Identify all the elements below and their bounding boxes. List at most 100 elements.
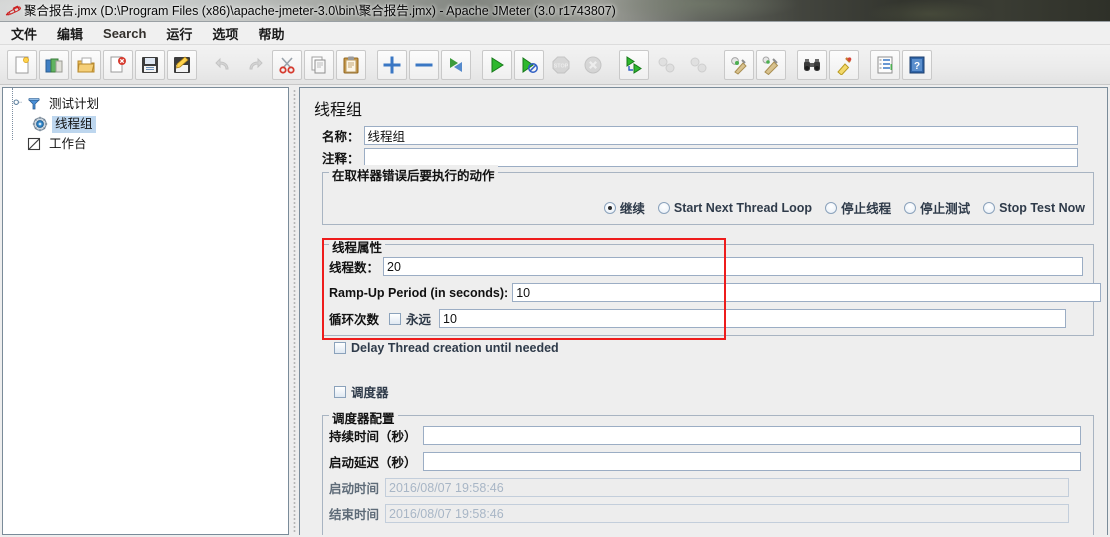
delay-thread-creation-row[interactable]: Delay Thread creation until needed (334, 341, 559, 355)
function-list-icon (877, 56, 893, 73)
thread-count-row: 线程数： (329, 257, 1084, 276)
menu-edit[interactable]: 编辑 (48, 22, 92, 45)
collapse-all-button[interactable] (409, 49, 439, 80)
tree-node-workbench[interactable]: 工作台 (11, 134, 288, 154)
toggle-button[interactable] (441, 49, 471, 80)
tree-node-thread-group[interactable]: 线程组 (11, 114, 288, 134)
scheduler-row[interactable]: 调度器 (334, 382, 389, 401)
plus-icon (383, 56, 401, 73)
help-button[interactable]: ? (902, 49, 932, 80)
redo-button[interactable] (240, 50, 270, 80)
clear-all-button[interactable] (756, 49, 786, 80)
radio-indicator[interactable] (983, 201, 996, 214)
radio-indicator[interactable] (657, 201, 670, 214)
minus-icon (415, 63, 433, 66)
help-book-icon: ? (909, 56, 925, 73)
stop-sign-icon: STOP (552, 56, 570, 73)
stop-button[interactable]: STOP (546, 50, 576, 80)
rampup-input[interactable] (512, 283, 1102, 302)
radio-stop-test-now[interactable]: Stop Test Now (983, 201, 1085, 215)
separator-2 (367, 50, 376, 80)
radio-indicator[interactable] (603, 201, 616, 214)
shutdown-button[interactable] (578, 50, 608, 80)
delay-thread-creation-label: Delay Thread creation until needed (351, 341, 559, 355)
test-plan-tree-panel[interactable]: 测试计划 线程组 工作台 (2, 87, 289, 535)
menu-file[interactable]: 文件 (2, 22, 46, 45)
error-action-groupbox: 在取样器错误后要执行的动作 继续 Start Next Thread Loop … (322, 165, 1094, 225)
name-input[interactable] (363, 126, 1078, 145)
scheduler-checkbox[interactable] (334, 385, 346, 398)
new-button[interactable] (7, 49, 37, 80)
tree-node-label: 测试计划 (49, 96, 100, 111)
radio-label: Stop Test Now (999, 200, 1085, 215)
separator-7 (860, 50, 869, 80)
split-pane-divider[interactable] (290, 87, 299, 535)
expand-all-button[interactable] (377, 49, 407, 80)
rampup-row: Ramp-Up Period (in seconds): (329, 283, 1102, 302)
test-plan-icon (25, 95, 43, 113)
radio-stop-test[interactable]: 停止测试 (904, 198, 970, 217)
menu-search[interactable]: Search (94, 24, 155, 43)
svg-text:?: ? (914, 61, 920, 72)
menu-run[interactable]: 运行 (157, 22, 201, 45)
radio-start-next-thread-loop[interactable]: Start Next Thread Loop (657, 201, 812, 215)
radio-indicator[interactable] (825, 201, 838, 214)
loop-count-input[interactable] (439, 309, 1067, 328)
close-document-icon (110, 56, 126, 72)
remote-start-all-button[interactable] (619, 49, 649, 80)
save-button[interactable] (135, 49, 165, 80)
clipboard-icon (343, 56, 359, 73)
start-time-label: 启动时间 (329, 482, 380, 496)
rampup-label: Ramp-Up Period (in seconds): (329, 285, 509, 300)
thread-group-gear-icon (31, 115, 49, 133)
start-no-pause-button[interactable] (514, 49, 544, 80)
paste-button[interactable] (336, 49, 366, 80)
tree-node-label: 工作台 (49, 136, 87, 151)
reset-search-button[interactable] (829, 49, 859, 80)
close-button[interactable] (103, 49, 133, 80)
clear-button[interactable] (724, 49, 754, 80)
forever-checkbox[interactable] (389, 312, 402, 325)
open-button[interactable] (71, 49, 101, 80)
radio-indicator[interactable] (904, 201, 917, 214)
save-as-button[interactable] (167, 49, 197, 80)
separator-6 (787, 50, 796, 80)
function-helper-button[interactable] (870, 49, 900, 80)
open-folder-icon (77, 57, 95, 72)
thread-count-input[interactable] (383, 257, 1084, 276)
start-time-input[interactable] (385, 478, 1070, 497)
duration-input[interactable] (422, 426, 1081, 445)
broom-clear-all-icon (762, 56, 779, 75)
splitter-grip-dots (293, 89, 296, 533)
delay-thread-creation-checkbox[interactable] (334, 342, 346, 354)
radio-stop-thread[interactable]: 停止线程 (825, 198, 891, 217)
remote-stop-all-button[interactable] (651, 50, 681, 80)
menu-options[interactable]: 选项 (203, 22, 247, 45)
tree-expand-handle-icon[interactable] (11, 95, 25, 113)
startup-delay-input[interactable] (422, 452, 1081, 471)
test-plan-tree: 测试计划 线程组 工作台 (3, 88, 288, 154)
save-as-icon (174, 55, 190, 73)
copy-button[interactable] (304, 49, 334, 80)
undo-button[interactable] (208, 50, 238, 80)
radio-continue[interactable]: 继续 (603, 198, 645, 217)
tool-bar: STOP ? (0, 45, 1110, 85)
templates-button[interactable] (39, 49, 69, 80)
search-button[interactable] (797, 49, 827, 80)
start-button[interactable] (482, 49, 512, 80)
end-time-input[interactable] (385, 504, 1070, 523)
end-time-row: 结束时间 (329, 504, 1070, 523)
workbench-icon (25, 135, 43, 153)
tree-node-test-plan[interactable]: 测试计划 (11, 94, 288, 114)
cut-button[interactable] (272, 49, 302, 80)
error-action-radio-group: 继续 Start Next Thread Loop 停止线程 停止测试 Stop… (603, 198, 1085, 217)
window-title-bar: 🖋 聚合报告.jmx (D:\Program Files (x86)\apach… (0, 0, 1110, 22)
page-title: 线程组 (314, 102, 363, 119)
play-nopause-icon (522, 56, 538, 73)
jmeter-window: 🖋 聚合报告.jmx (D:\Program Files (x86)\apach… (0, 0, 1110, 537)
startup-delay-label: 启动延迟（秒） (329, 456, 417, 470)
menu-help[interactable]: 帮助 (249, 22, 293, 45)
remote-shutdown-all-button[interactable] (683, 50, 713, 80)
radio-label: 停止线程 (841, 202, 892, 216)
error-action-legend: 在取样器错误后要执行的动作 (329, 165, 498, 184)
